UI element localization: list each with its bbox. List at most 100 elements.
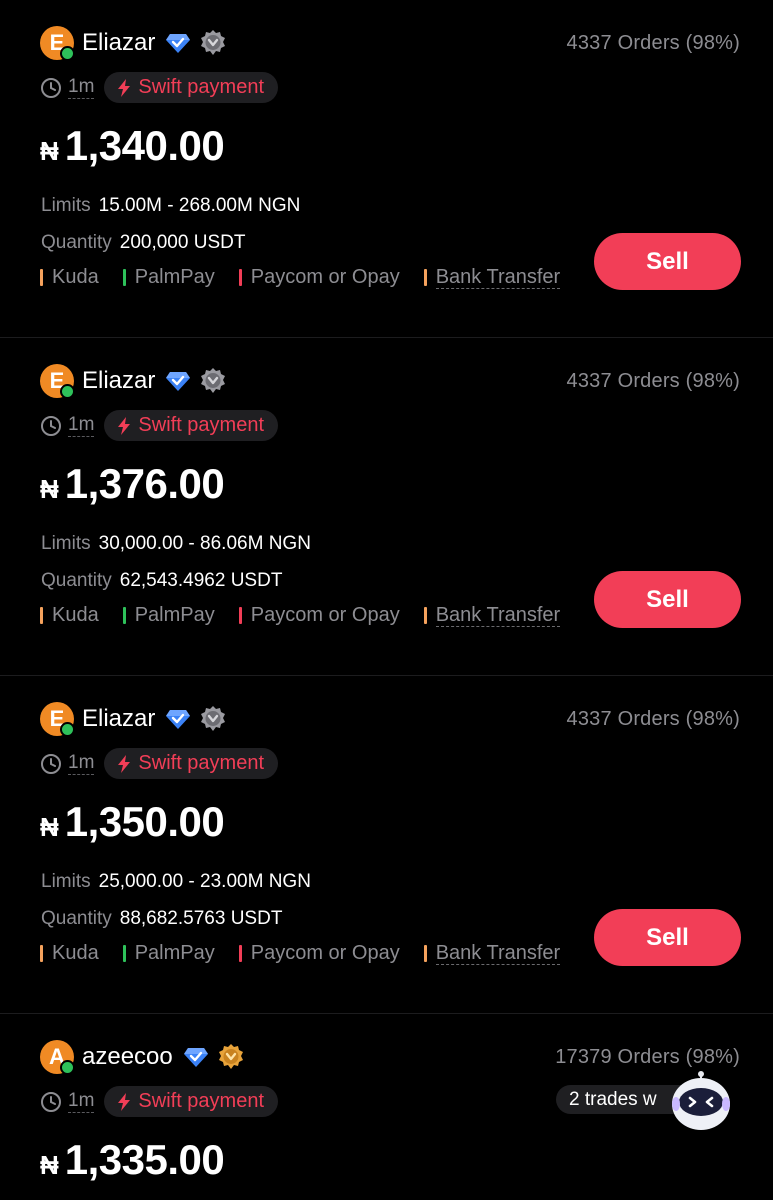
avatar[interactable]: E <box>40 26 75 61</box>
timing-row: 1m Swift payment <box>40 72 279 103</box>
online-status-dot <box>60 1060 75 1075</box>
online-status-dot <box>60 46 75 61</box>
online-status-dot <box>60 384 75 399</box>
price-value: 1,340.00 <box>64 122 225 169</box>
listing-card[interactable]: E Eliazar 4337 Orders (98%) 1m Swift pay… <box>0 0 773 338</box>
price: ₦ 1,335.00 <box>40 1136 225 1184</box>
limits-value: 15.00M - 268.00M NGN <box>98 195 301 216</box>
avatar[interactable]: A <box>40 1040 75 1075</box>
quantity-label: Quantity <box>41 908 112 929</box>
clock-icon <box>41 77 61 98</box>
avatar[interactable]: E <box>40 702 75 737</box>
price-value: 1,335.00 <box>64 1136 225 1183</box>
swift-payment-label: Swift payment <box>138 1090 265 1112</box>
quantity-label: Quantity <box>41 570 112 591</box>
medal-badge-icon <box>201 30 226 55</box>
online-status-dot <box>60 722 75 737</box>
payment-method-paycom-opay: Paycom or Opay <box>238 604 400 627</box>
payment-methods: Kuda PalmPay Paycom or Opay Bank Transfe… <box>40 266 584 289</box>
verified-diamond-icon <box>166 34 191 53</box>
payment-time[interactable]: 1m <box>68 414 95 437</box>
order-count: 4337 Orders (98%) <box>566 370 740 392</box>
limits-label: Limits <box>41 533 91 554</box>
clock-icon <box>41 1091 61 1112</box>
swift-payment-label: Swift payment <box>138 752 265 774</box>
merchant-name[interactable]: Eliazar <box>82 705 155 733</box>
medal-badge-icon <box>201 368 226 393</box>
order-count: 4337 Orders (98%) <box>566 708 740 730</box>
limits-value: 25,000.00 - 23.00M NGN <box>98 871 311 892</box>
lightning-bolt-icon <box>118 754 131 773</box>
currency-symbol: ₦ <box>40 1150 59 1180</box>
listing-card[interactable]: E Eliazar 4337 Orders (98%) 1m Swift pay… <box>0 676 773 1014</box>
swift-payment-tag: Swift payment <box>104 72 279 103</box>
quantity-row: Quantity 88,682.5763 USDT <box>41 908 282 930</box>
lightning-bolt-icon <box>118 416 131 435</box>
payment-method-bank-transfer[interactable]: Bank Transfer <box>423 942 561 965</box>
order-count: 4337 Orders (98%) <box>566 32 740 54</box>
merchant-name[interactable]: Eliazar <box>82 367 155 395</box>
price: ₦ 1,376.00 <box>40 460 225 508</box>
timing-row: 1m Swift payment <box>40 410 279 441</box>
price-value: 1,376.00 <box>64 460 225 507</box>
payment-method-kuda: Kuda <box>40 942 99 965</box>
currency-symbol: ₦ <box>40 474 59 504</box>
payment-time[interactable]: 1m <box>68 1090 95 1113</box>
robot-assistant-icon[interactable] <box>668 1066 734 1132</box>
payment-method-palmpay: PalmPay <box>122 604 215 627</box>
quantity-row: Quantity 200,000 USDT <box>41 232 245 254</box>
quantity-value: 200,000 USDT <box>119 232 246 253</box>
timing-row: 1m Swift payment <box>40 1086 279 1117</box>
swift-payment-label: Swift payment <box>138 76 265 98</box>
lightning-bolt-icon <box>118 1092 131 1111</box>
price-value: 1,350.00 <box>64 798 225 845</box>
payment-method-paycom-opay: Paycom or Opay <box>238 942 400 965</box>
quantity-value: 62,543.4962 USDT <box>119 570 283 591</box>
avatar[interactable]: E <box>40 364 75 399</box>
limits-label: Limits <box>41 871 91 892</box>
quantity-label: Quantity <box>41 232 112 253</box>
limits-label: Limits <box>41 195 91 216</box>
merchant-header[interactable]: E Eliazar <box>40 364 227 399</box>
swift-payment-tag: Swift payment <box>104 748 279 779</box>
currency-symbol: ₦ <box>40 812 59 842</box>
quantity-value: 88,682.5763 USDT <box>119 908 283 929</box>
limits-value: 30,000.00 - 86.06M NGN <box>98 533 311 554</box>
lightning-bolt-icon <box>118 78 131 97</box>
merchant-header[interactable]: E Eliazar <box>40 26 227 61</box>
swift-payment-label: Swift payment <box>138 414 265 436</box>
payment-method-paycom-opay: Paycom or Opay <box>238 266 400 289</box>
payment-method-bank-transfer[interactable]: Bank Transfer <box>423 266 561 289</box>
payment-method-palmpay: PalmPay <box>122 942 215 965</box>
quantity-row: Quantity 62,543.4962 USDT <box>41 570 282 592</box>
verified-diamond-icon <box>183 1048 208 1067</box>
payment-method-palmpay: PalmPay <box>122 266 215 289</box>
payment-methods: Kuda PalmPay Paycom or Opay Bank Transfe… <box>40 942 584 965</box>
limits-row: Limits 30,000.00 - 86.06M NGN <box>41 533 311 555</box>
payment-method-kuda: Kuda <box>40 604 99 627</box>
merchant-header[interactable]: A azeecoo <box>40 1040 245 1075</box>
price: ₦ 1,350.00 <box>40 798 225 846</box>
limits-row: Limits 15.00M - 268.00M NGN <box>41 195 300 217</box>
clock-icon <box>41 753 61 774</box>
merchant-header[interactable]: E Eliazar <box>40 702 227 737</box>
payment-time[interactable]: 1m <box>68 76 95 99</box>
listing-card[interactable]: E Eliazar 4337 Orders (98%) 1m Swift pay… <box>0 338 773 676</box>
clock-icon <box>41 415 61 436</box>
sell-button[interactable]: Sell <box>594 233 741 290</box>
limits-row: Limits 25,000.00 - 23.00M NGN <box>41 871 311 893</box>
sell-button[interactable]: Sell <box>594 909 741 966</box>
timing-row: 1m Swift payment <box>40 748 279 779</box>
payment-method-bank-transfer[interactable]: Bank Transfer <box>423 604 561 627</box>
payment-methods: Kuda PalmPay Paycom or Opay Bank Transfe… <box>40 604 584 627</box>
swift-payment-tag: Swift payment <box>104 410 279 441</box>
sell-button[interactable]: Sell <box>594 571 741 628</box>
payment-method-kuda: Kuda <box>40 266 99 289</box>
merchant-name[interactable]: azeecoo <box>82 1043 173 1071</box>
verified-diamond-icon <box>166 710 191 729</box>
payment-time[interactable]: 1m <box>68 752 95 775</box>
merchant-name[interactable]: Eliazar <box>82 29 155 57</box>
price: ₦ 1,340.00 <box>40 122 225 170</box>
swift-payment-tag: Swift payment <box>104 1086 279 1117</box>
currency-symbol: ₦ <box>40 136 59 166</box>
